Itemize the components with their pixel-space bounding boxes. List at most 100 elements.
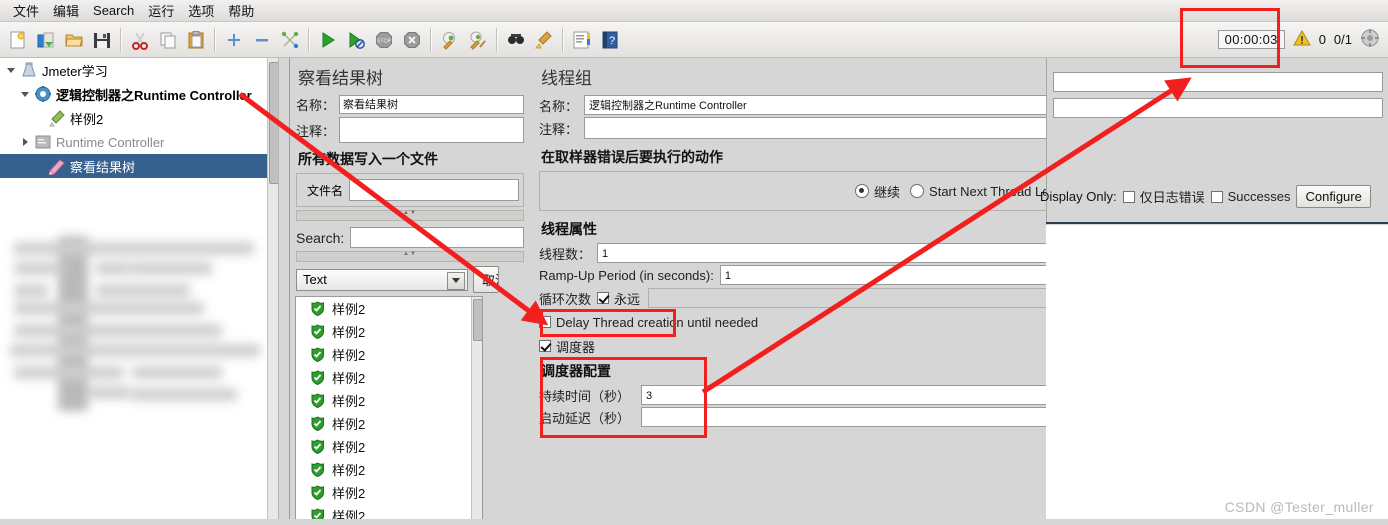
chevron-down-icon[interactable] <box>6 64 18 76</box>
list-item[interactable]: 样例2 <box>296 389 482 412</box>
warning-triangle-icon[interactable] <box>1292 29 1311 50</box>
cut-icon[interactable] <box>126 25 154 55</box>
list-item[interactable]: 样例2 <box>296 435 482 458</box>
response-data-area[interactable] <box>1046 225 1388 525</box>
render-selector[interactable]: Text <box>296 268 468 291</box>
filename-input[interactable] <box>349 179 519 201</box>
test-plan-icon <box>22 62 36 77</box>
expand-all-icon[interactable] <box>220 25 248 55</box>
search-input[interactable] <box>350 227 524 248</box>
shutdown-icon[interactable] <box>398 25 426 55</box>
test-plan-tree[interactable]: Jmeter学习 逻辑控制器之Runtime Controller 样例2 Ru… <box>0 58 279 525</box>
templates-icon[interactable] <box>32 25 60 55</box>
success-shield-icon <box>311 416 324 431</box>
checkbox-indicator <box>1210 190 1223 203</box>
menu-help[interactable]: 帮助 <box>221 0 261 22</box>
write-all-data-title: 所有数据写入一个文件 <box>298 151 438 167</box>
splitter-handle[interactable] <box>296 251 524 262</box>
reset-search-icon[interactable] <box>530 25 558 55</box>
list-item[interactable]: 样例2 <box>296 297 482 320</box>
new-icon[interactable] <box>4 25 32 55</box>
tree-node-runtime-controller[interactable]: Runtime Controller <box>0 130 278 154</box>
list-item[interactable]: 样例2 <box>296 343 482 366</box>
vrt-comment-input[interactable] <box>339 117 524 143</box>
paste-icon[interactable] <box>182 25 210 55</box>
threads-icon <box>1360 28 1380 51</box>
list-item-label: 样例2 <box>332 417 366 432</box>
chevron-down-icon[interactable] <box>447 271 465 290</box>
start-icon[interactable] <box>314 25 342 55</box>
log-errors-only-label: 仅日志错误 <box>1139 190 1205 205</box>
watermark: CSDN @Tester_muller <box>1224 499 1374 515</box>
render-selector-value: Text <box>303 272 327 287</box>
toolbar-separator <box>120 27 122 52</box>
tree-node-label: 察看结果树 <box>70 159 136 175</box>
chevron-right-icon[interactable] <box>20 136 32 148</box>
view-results-tree-icon <box>48 159 65 175</box>
tree-node-test-plan[interactable]: Jmeter学习 <box>0 58 278 82</box>
controller-icon <box>35 135 51 149</box>
search-row: Search: <box>296 227 524 248</box>
results-vertical-scrollbar[interactable] <box>471 297 482 524</box>
success-shield-icon <box>311 324 324 339</box>
filename-row: 文件名 <box>296 173 524 207</box>
scheduler-checkbox[interactable]: 调度器 <box>539 337 595 356</box>
success-shield-icon <box>311 393 324 408</box>
list-item[interactable]: 样例2 <box>296 481 482 504</box>
search-icon[interactable] <box>502 25 530 55</box>
log-errors-only-checkbox[interactable]: 仅日志错误 <box>1122 187 1205 206</box>
menu-edit[interactable]: 编辑 <box>46 0 86 22</box>
sample-result-list[interactable]: 样例2 样例2 样例2 样例2 样例2 样例2 样例2 样例2 样例2 样例2 <box>295 296 483 525</box>
forever-label: 永远 <box>614 291 641 307</box>
open-icon[interactable] <box>60 25 88 55</box>
toolbar-separator <box>496 27 498 52</box>
forever-checkbox[interactable]: 永远 <box>597 289 640 308</box>
loop-count-label: 循环次数 <box>539 291 592 307</box>
rp-comment-input[interactable] <box>1053 98 1383 118</box>
collapse-all-icon[interactable] <box>248 25 276 55</box>
tree-node-thread-group[interactable]: 逻辑控制器之Runtime Controller <box>0 82 278 106</box>
status-bar <box>0 519 1388 525</box>
list-item[interactable]: 样例2 <box>296 366 482 389</box>
chevron-down-icon[interactable] <box>20 88 32 100</box>
tree-node-sampler[interactable]: 样例2 <box>0 106 278 130</box>
panel-divider <box>1046 222 1388 224</box>
splitter-handle[interactable] <box>296 210 524 221</box>
checkbox-indicator <box>539 340 551 352</box>
on-error-continue-radio[interactable]: 继续 <box>855 182 900 201</box>
toggle-icon[interactable] <box>276 25 304 55</box>
clear-all-icon[interactable] <box>464 25 492 55</box>
save-icon[interactable] <box>88 25 116 55</box>
vrt-name-input[interactable]: 察看结果树 <box>339 95 524 114</box>
tg-comment-label: 注释： <box>539 121 579 137</box>
list-item[interactable]: 样例2 <box>296 412 482 435</box>
search-label: Search: <box>296 229 345 246</box>
tree-node-label: Runtime Controller <box>56 134 165 150</box>
rp-name-input[interactable] <box>1053 72 1383 92</box>
tree-vertical-scrollbar[interactable] <box>267 58 278 525</box>
menu-search[interactable]: Search <box>86 1 141 20</box>
tree-node-view-results-tree[interactable]: 察看结果树 <box>0 154 278 178</box>
successes-checkbox[interactable]: Successes <box>1210 189 1290 204</box>
help-icon[interactable]: ? <box>596 25 624 55</box>
copy-icon[interactable] <box>154 25 182 55</box>
menu-file[interactable]: 文件 <box>6 0 46 22</box>
menu-options[interactable]: 选项 <box>181 0 221 22</box>
start-no-pauses-icon[interactable] <box>342 25 370 55</box>
cancel-button[interactable]: 取消 <box>473 266 499 293</box>
configure-button[interactable]: Configure <box>1296 185 1371 208</box>
toolbar-separator <box>308 27 310 52</box>
sampler-icon <box>49 110 65 127</box>
clear-icon[interactable] <box>436 25 464 55</box>
list-item-label: 样例2 <box>332 302 366 317</box>
loop-count-highlight-box <box>540 309 676 337</box>
toolbar-separator <box>562 27 564 52</box>
stop-icon[interactable]: STOP <box>370 25 398 55</box>
timer-highlight-box <box>1180 8 1280 68</box>
function-helper-icon[interactable] <box>568 25 596 55</box>
menu-run[interactable]: 运行 <box>141 0 181 22</box>
list-item[interactable]: 样例2 <box>296 458 482 481</box>
active-threads-count: 0/1 <box>1333 32 1352 47</box>
list-item[interactable]: 样例2 <box>296 320 482 343</box>
